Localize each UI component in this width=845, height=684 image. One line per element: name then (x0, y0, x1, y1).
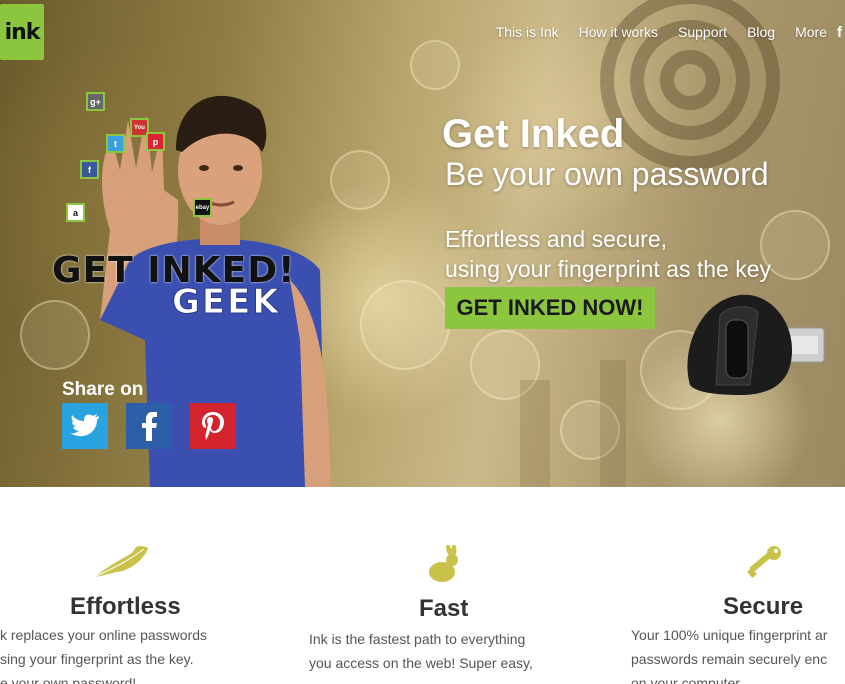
youtube-glyph: You (134, 124, 145, 131)
ebay-icon: ebay (193, 198, 212, 217)
amazon-glyph: a (72, 207, 78, 218)
hero-headline: Get Inked (442, 112, 625, 156)
ebay-glyph: ebay (195, 204, 210, 211)
rabbit-icon (429, 545, 458, 582)
feature-text-effortless: k replaces your online passwords sing yo… (0, 623, 207, 684)
pinterest-small-glyph: p (152, 136, 159, 147)
nav-item-blog[interactable]: Blog (747, 24, 775, 41)
feature-title-secure: Secure (723, 593, 804, 620)
features-section: Effortless k replaces your online passwo… (0, 487, 845, 684)
facebook-small-glyph: f (88, 164, 91, 175)
feature-text-line: on your computer (631, 675, 740, 684)
nav-item-support[interactable]: Support (678, 24, 727, 41)
logo-text: ink (4, 19, 41, 45)
twitter-small-glyph: t (114, 138, 117, 149)
google-plus-icon: g+ (86, 92, 105, 111)
twitter-bird-icon (70, 414, 99, 437)
bokeh-light (410, 40, 460, 90)
twitter-small-icon: t (106, 134, 125, 153)
hero-banner: ink This is Ink How it works Support Blo… (0, 0, 845, 487)
hero-subline: Be your own password (445, 156, 769, 192)
hero-tagline: Effortless and secure, using your finger… (445, 224, 771, 284)
get-inked-now-button[interactable]: GET INKED NOW! (445, 287, 655, 329)
feather-icon (93, 546, 148, 578)
fingerprint-decor (660, 50, 720, 110)
share-twitter-button[interactable] (62, 403, 108, 449)
nav-item-how-it-works[interactable]: How it works (579, 24, 658, 41)
logo[interactable]: ink (0, 4, 44, 60)
share-label: Share on (62, 379, 144, 400)
facebook-small-icon: f (80, 160, 99, 179)
feature-title-effortless: Effortless (70, 593, 181, 620)
pinterest-small-icon: p (146, 132, 165, 151)
feature-text-line: Ink is the fastest path to everything (309, 631, 526, 647)
pinterest-icon (202, 412, 224, 440)
feature-text-line: passwords remain securely enc (631, 651, 828, 667)
feature-text-secure: Your 100% unique fingerprint ar password… (631, 623, 827, 684)
nav-item-more[interactable]: More (795, 24, 827, 41)
feature-text-line: e your own password! (0, 675, 137, 684)
feature-text-line: Your 100% unique fingerprint ar (631, 627, 828, 643)
facebook-icon (142, 412, 157, 441)
feature-title-fast: Fast (419, 595, 469, 622)
feature-text-line: sing your fingerprint as the key. (0, 651, 194, 667)
background-pillar (600, 360, 626, 487)
top-nav: This is Ink How it works Support Blog Mo… (476, 24, 845, 41)
share-facebook-button[interactable] (126, 403, 172, 449)
amazon-icon: a (66, 203, 85, 222)
hero-tagline-line-2: using your fingerprint as the key (445, 256, 772, 282)
facebook-icon[interactable]: f (837, 24, 845, 41)
bokeh-light (360, 280, 450, 370)
get-inked-graphic-text: GET INKED! (52, 250, 296, 291)
bokeh-light (20, 300, 90, 370)
fingerprint-reader-image (687, 294, 825, 395)
feature-text-line: you access on the web! Super easy, (309, 655, 533, 671)
google-plus-glyph: g+ (90, 96, 101, 107)
share-pinterest-button[interactable] (190, 403, 236, 449)
nav-item-this-is-ink[interactable]: This is Ink (496, 24, 559, 41)
key-icon (747, 546, 781, 578)
background-pillar (520, 380, 550, 487)
feature-text-fast: Ink is the fastest path to everything yo… (309, 627, 533, 675)
feature-text-line: k replaces your online passwords (0, 627, 207, 643)
hero-tagline-line-1: Effortless and secure, (445, 226, 668, 252)
